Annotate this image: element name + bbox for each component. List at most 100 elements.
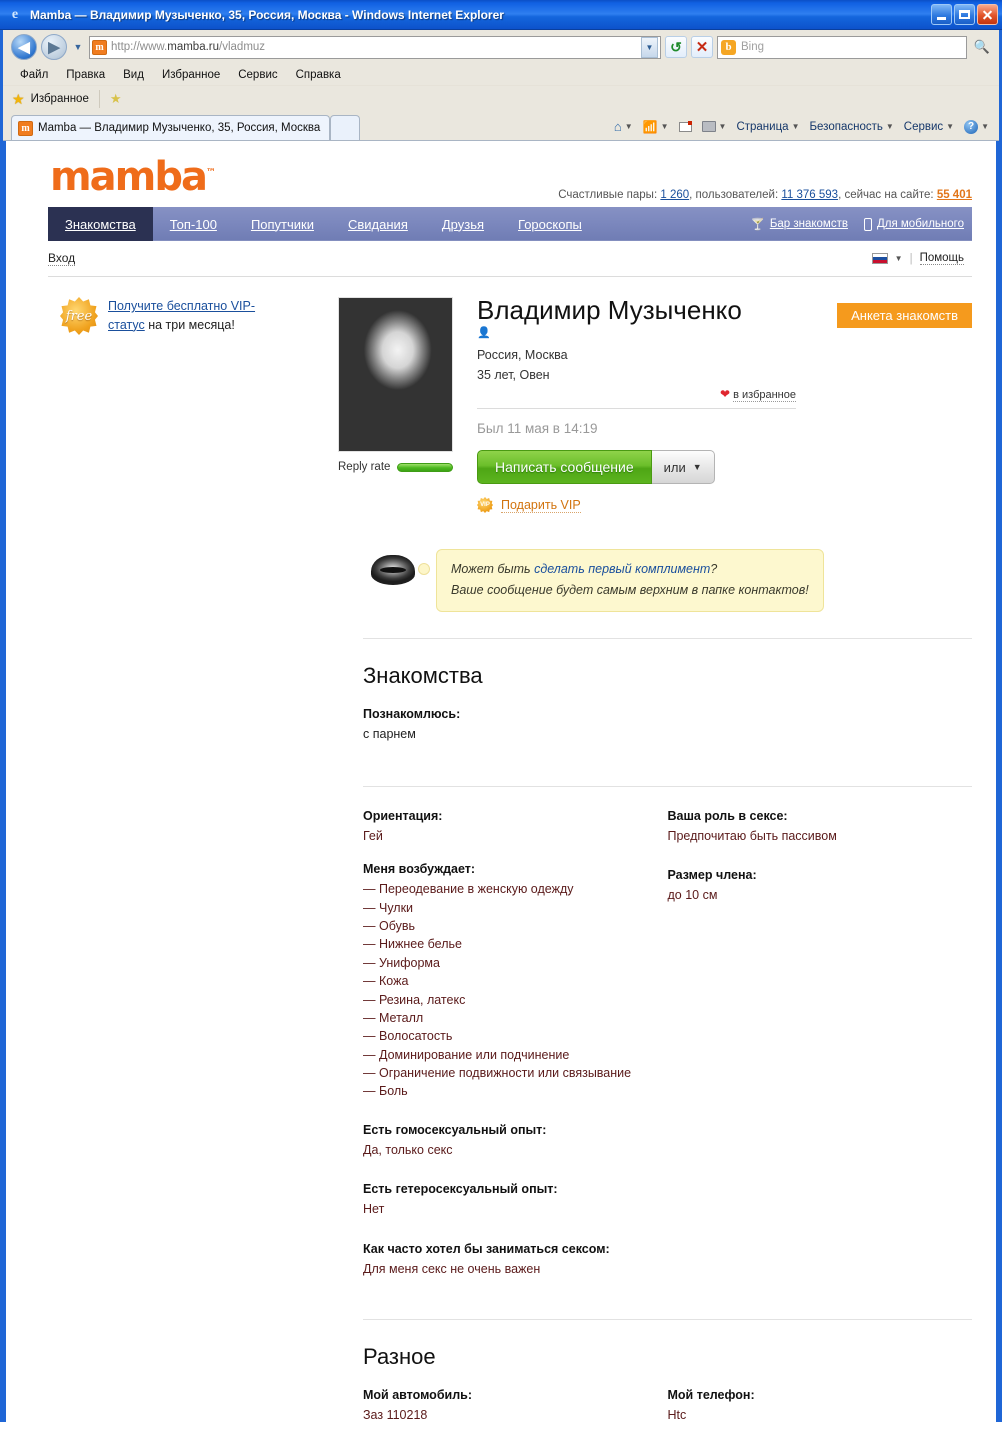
nav-item-bar-znakomstv[interactable]: Бар знакомств [742,207,855,241]
first-compliment-link[interactable]: сделать первый комплимент [534,562,710,576]
close-button[interactable] [977,4,998,25]
nav-item-goroskopy[interactable]: Гороскопы [501,207,599,241]
search-icon[interactable]: 🔍 [971,36,993,58]
profile-location: Россия, Москва [477,348,568,363]
profile-info: Анкета знакомств Владимир Музыченко 👤 Ро… [477,296,972,514]
section-znakomstva-details: Ориентация: Гей Меня возбуждает: — Перео… [18,787,984,1295]
menu-item-view[interactable]: Вид [114,68,153,82]
field-value: Для меня секс не очень важен [363,1261,541,1276]
field-label: Мой телефон: [667,1387,755,1402]
list-item: — Нижнее белье [363,935,668,953]
online-value[interactable]: 55 401 [937,189,972,201]
page-menu-button[interactable]: Страница ▼ [732,119,803,135]
menu-bar: Файл Правка Вид Избранное Сервис Справка [3,64,999,85]
free-badge-label: free [65,308,93,324]
browser-tab[interactable]: m Mamba — Владимир Музыченко, 35, Россия… [11,115,331,140]
vip-promo-rest: на три месяца! [144,317,235,332]
menu-item-file[interactable]: Файл [11,68,57,82]
address-bar-text: http://www.mamba.ru/vladmuz [111,41,637,53]
field-hetero-experience: Есть гетеросексуальный опыт: Нет [363,1182,668,1219]
search-input[interactable]: b Bing [717,35,967,59]
happy-pairs-value[interactable]: 1 260 [660,189,689,201]
address-dropdown-icon[interactable]: ▼ [641,36,658,58]
forward-button[interactable]: ▶ [41,34,67,60]
field-value: Htc [667,1407,687,1422]
nav-item-svidaniya[interactable]: Свидания [331,207,425,241]
nav-item-top100[interactable]: Топ-100 [153,207,234,241]
safety-menu-button[interactable]: Безопасность ▼ [805,119,897,135]
field-size: Размер члена: до 10 см [668,868,973,905]
tip-text-before: Может быть [451,562,535,577]
title-bar: e Mamba — Владимир Музыченко, 35, Россия… [0,0,1002,30]
favorites-label[interactable]: Избранное [31,93,89,105]
stop-button[interactable]: ✕ [691,36,713,58]
left-sidebar: free Получите бесплатно VIP-статус на тр… [18,297,338,513]
gift-vip-row: VIP Подарить VIP [477,497,972,514]
gift-vip-link[interactable]: Подарить VIP [501,498,581,513]
feeds-button[interactable]: 📶 ▼ [639,118,673,136]
compliment-tip-box: Может быть сделать первый комплимент? Ва… [436,549,824,612]
list-item-label: Нижнее белье [378,937,462,952]
site-logo[interactable]: mamba™ [18,141,216,197]
menu-item-favorites[interactable]: Избранное [153,68,229,82]
tip-line-1: Может быть сделать первый комплимент? [451,559,809,580]
list-item-label: Резина, латекс [378,992,466,1007]
lips-icon [371,555,415,586]
add-favorite-link[interactable]: в избранное [733,389,796,403]
more-actions-button[interactable]: или ▼ [651,450,715,485]
mail-button[interactable] [675,120,696,134]
recent-pages-dropdown-icon[interactable]: ▼ [71,42,85,52]
login-link[interactable]: Вход [48,251,76,266]
field-label: Размер члена: [667,868,757,883]
nav-item-druzya[interactable]: Друзья [425,207,501,241]
heart-icon: ❤ [719,387,731,402]
address-bar[interactable]: m http://www.mamba.ru/vladmuz ▼ [89,35,661,59]
profile-photo[interactable] [338,297,453,452]
nav-item-znakomstva[interactable]: Знакомства [48,207,153,241]
tip-line-2: Ваше сообщение будет самым верхним в пап… [451,583,809,598]
right-column: Ваша роль в сексе: Предпочитаю быть пасс… [668,809,973,1295]
vip-promo: free Получите бесплатно VIP-статус на тр… [60,297,338,335]
minimize-button[interactable] [931,4,952,25]
nav-link-druzya: Друзья [441,216,485,232]
field-sex-role: Ваша роль в сексе: Предпочитаю быть пасс… [668,809,973,846]
profile-age-sign: 35 лет, Овен [477,367,550,382]
tools-menu-button[interactable]: Сервис ▼ [900,119,958,135]
rss-icon: 📶 [642,119,658,134]
nav-item-mobile[interactable]: Для мобильного [856,207,972,241]
add-to-favorites-bar-icon[interactable]: ★ [110,91,122,107]
nav-item-poputchiki[interactable]: Попутчики [234,207,331,241]
list-item-label: Переодевание в женскую одежду [378,882,574,897]
russia-flag-icon[interactable] [871,253,888,264]
list-item: — Переодевание в женскую одежду [363,880,668,898]
chevron-down-icon: ▼ [660,122,669,131]
menu-item-edit[interactable]: Правка [57,68,114,82]
url-host: mamba.ru [167,41,220,53]
nav-link-bar-znakomstv: Бар знакомств [769,218,848,230]
help-menu-button[interactable]: ? ▼ [960,118,993,136]
menu-item-tools[interactable]: Сервис [229,68,286,82]
speech-bubble-dot [418,563,430,576]
help-link[interactable]: Помощь [919,252,964,265]
star-icon[interactable]: ★ [12,92,25,106]
right-column: Мой телефон: Htc [668,1388,973,1422]
new-tab-button[interactable] [330,115,361,140]
ie-logo-icon: e [11,6,19,22]
home-button[interactable]: ⌂ ▼ [610,117,637,136]
send-message-button[interactable]: Написать сообщение [477,450,652,485]
section-divider [363,1318,972,1320]
users-value[interactable]: 11 376 593 [781,189,838,201]
chevron-down-icon: ▼ [791,122,800,131]
refresh-button[interactable]: ↺ [665,36,687,58]
photo-column: Reply rate [338,297,453,513]
chevron-down-icon[interactable]: ▼ [895,254,903,263]
list-item: — Волосатость [363,1027,668,1045]
dash: — [363,900,379,915]
maximize-button[interactable] [954,4,975,25]
print-button[interactable]: ▼ [698,119,731,134]
mobile-icon [863,217,872,231]
menu-item-help[interactable]: Справка [287,68,350,82]
list-item-label: Ограничение подвижности или связывание [378,1066,632,1081]
back-button[interactable]: ◀ [11,34,37,60]
chevron-down-icon: ▼ [885,122,894,131]
